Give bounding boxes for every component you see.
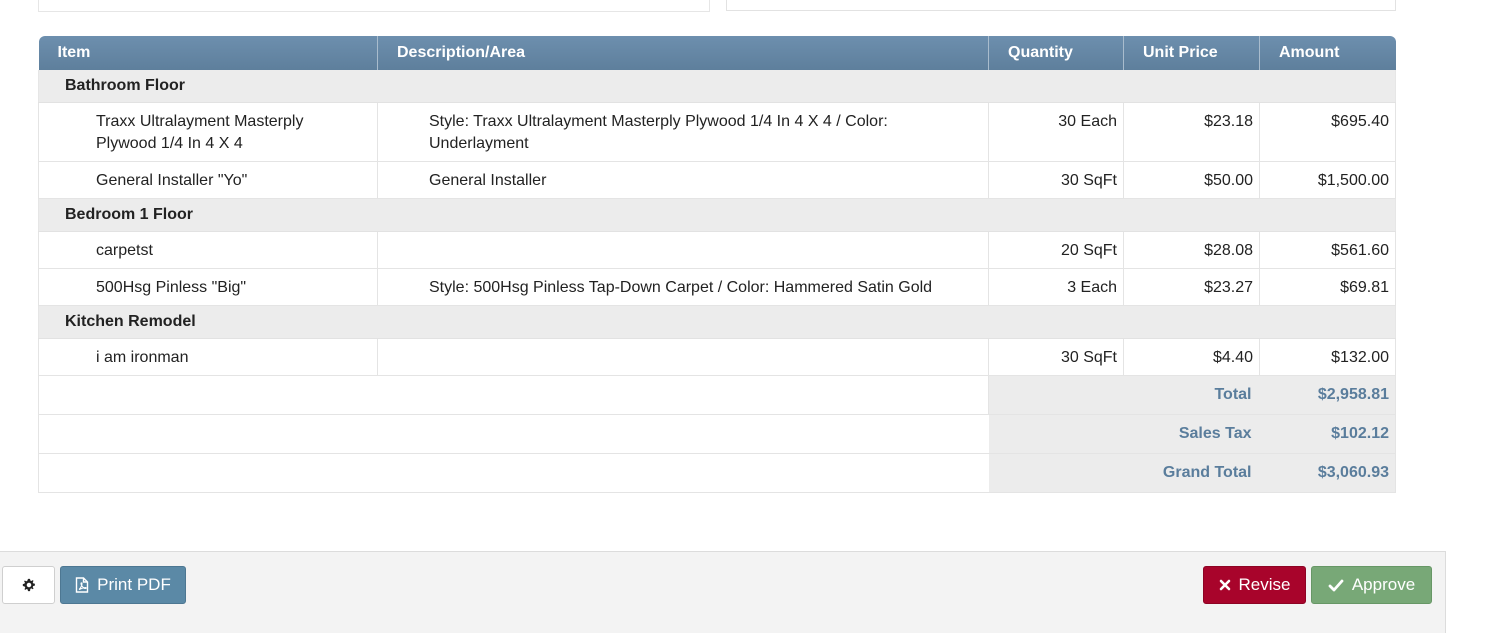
- item-description: Style: 500Hsg Pinless Tap-Down Carpet / …: [377, 268, 989, 306]
- column-header-item: Item: [38, 36, 378, 70]
- approve-label: Approve: [1351, 575, 1416, 594]
- table-row: Traxx Ultralayment Masterply Plywood 1/4…: [38, 102, 1396, 162]
- estimate-panel: Item Description/Area Quantity Unit Pric…: [0, 0, 1446, 539]
- item-quantity: 20 SqFt: [988, 231, 1124, 269]
- column-header-amount: Amount: [1259, 36, 1396, 70]
- close-icon: [1219, 579, 1231, 591]
- column-header-description: Description/Area: [377, 36, 989, 70]
- revise-button[interactable]: Revise: [1203, 566, 1306, 604]
- sales-tax-row: Sales Tax $102.12: [38, 414, 1396, 454]
- item-name: Traxx Ultralayment Masterply Plywood 1/4…: [38, 102, 378, 162]
- group-row: Bedroom 1 Floor: [38, 198, 1396, 232]
- group-row: Kitchen Remodel: [38, 305, 1396, 339]
- item-description: [377, 338, 989, 376]
- item-quantity: 30 Each: [988, 102, 1124, 162]
- table-row: General Installer "Yo" General Installer…: [38, 161, 1396, 199]
- group-name: Kitchen Remodel: [38, 305, 1396, 339]
- item-quantity: 30 SqFt: [988, 338, 1124, 376]
- print-pdf-button[interactable]: Print PDF: [60, 566, 186, 604]
- item-description: Style: Traxx Ultralayment Masterply Plyw…: [377, 102, 989, 162]
- file-pdf-icon: [75, 577, 89, 593]
- line-items-table: Item Description/Area Quantity Unit Pric…: [38, 36, 1396, 493]
- item-unit-price: $4.40: [1123, 338, 1260, 376]
- total-label: Total: [988, 375, 1260, 415]
- total-value: $2,958.81: [1259, 375, 1396, 415]
- column-header-quantity: Quantity: [988, 36, 1124, 70]
- item-amount: $69.81: [1259, 268, 1396, 306]
- table-header: Item Description/Area Quantity Unit Pric…: [38, 36, 1396, 70]
- item-unit-price: $50.00: [1123, 161, 1260, 199]
- item-amount: $132.00: [1259, 338, 1396, 376]
- item-name: carpetst: [38, 231, 378, 269]
- sales-tax-label: Sales Tax: [988, 414, 1260, 454]
- item-unit-price: $23.27: [1123, 268, 1260, 306]
- item-unit-price: $28.08: [1123, 231, 1260, 269]
- grand-total-value: $3,060.93: [1259, 453, 1396, 493]
- revise-label: Revise: [1238, 575, 1291, 594]
- approve-button[interactable]: Approve: [1311, 566, 1432, 604]
- item-name: i am ironman: [38, 338, 378, 376]
- item-quantity: 3 Each: [988, 268, 1124, 306]
- item-name: 500Hsg Pinless "Big": [38, 268, 378, 306]
- group-row: Bathroom Floor: [38, 70, 1396, 103]
- item-name: General Installer "Yo": [38, 161, 378, 199]
- settings-button[interactable]: [2, 566, 55, 604]
- top-info-box-right: [726, 0, 1396, 11]
- grand-total-label: Grand Total: [988, 453, 1260, 493]
- right-gutter: [1446, 0, 1507, 632]
- column-header-unit-price: Unit Price: [1123, 36, 1260, 70]
- sales-tax-value: $102.12: [1259, 414, 1396, 454]
- item-quantity: 30 SqFt: [988, 161, 1124, 199]
- item-amount: $695.40: [1259, 102, 1396, 162]
- grand-total-row: Grand Total $3,060.93: [38, 453, 1396, 493]
- group-name: Bathroom Floor: [38, 70, 1396, 103]
- table-row: i am ironman 30 SqFt $4.40 $132.00: [38, 338, 1396, 376]
- action-footer: Print PDF Revise Approve: [0, 551, 1446, 633]
- gear-icon: [22, 578, 36, 592]
- table-row: carpetst 20 SqFt $28.08 $561.60: [38, 231, 1396, 269]
- check-icon: [1328, 579, 1344, 592]
- total-row: Total $2,958.81: [38, 375, 1396, 415]
- item-description: [377, 231, 989, 269]
- item-amount: $561.60: [1259, 231, 1396, 269]
- print-pdf-label: Print PDF: [97, 575, 171, 594]
- item-description: General Installer: [377, 161, 989, 199]
- top-info-box-left: [38, 0, 710, 12]
- group-name: Bedroom 1 Floor: [38, 198, 1396, 232]
- item-unit-price: $23.18: [1123, 102, 1260, 162]
- table-row: 500Hsg Pinless "Big" Style: 500Hsg Pinle…: [38, 268, 1396, 306]
- item-amount: $1,500.00: [1259, 161, 1396, 199]
